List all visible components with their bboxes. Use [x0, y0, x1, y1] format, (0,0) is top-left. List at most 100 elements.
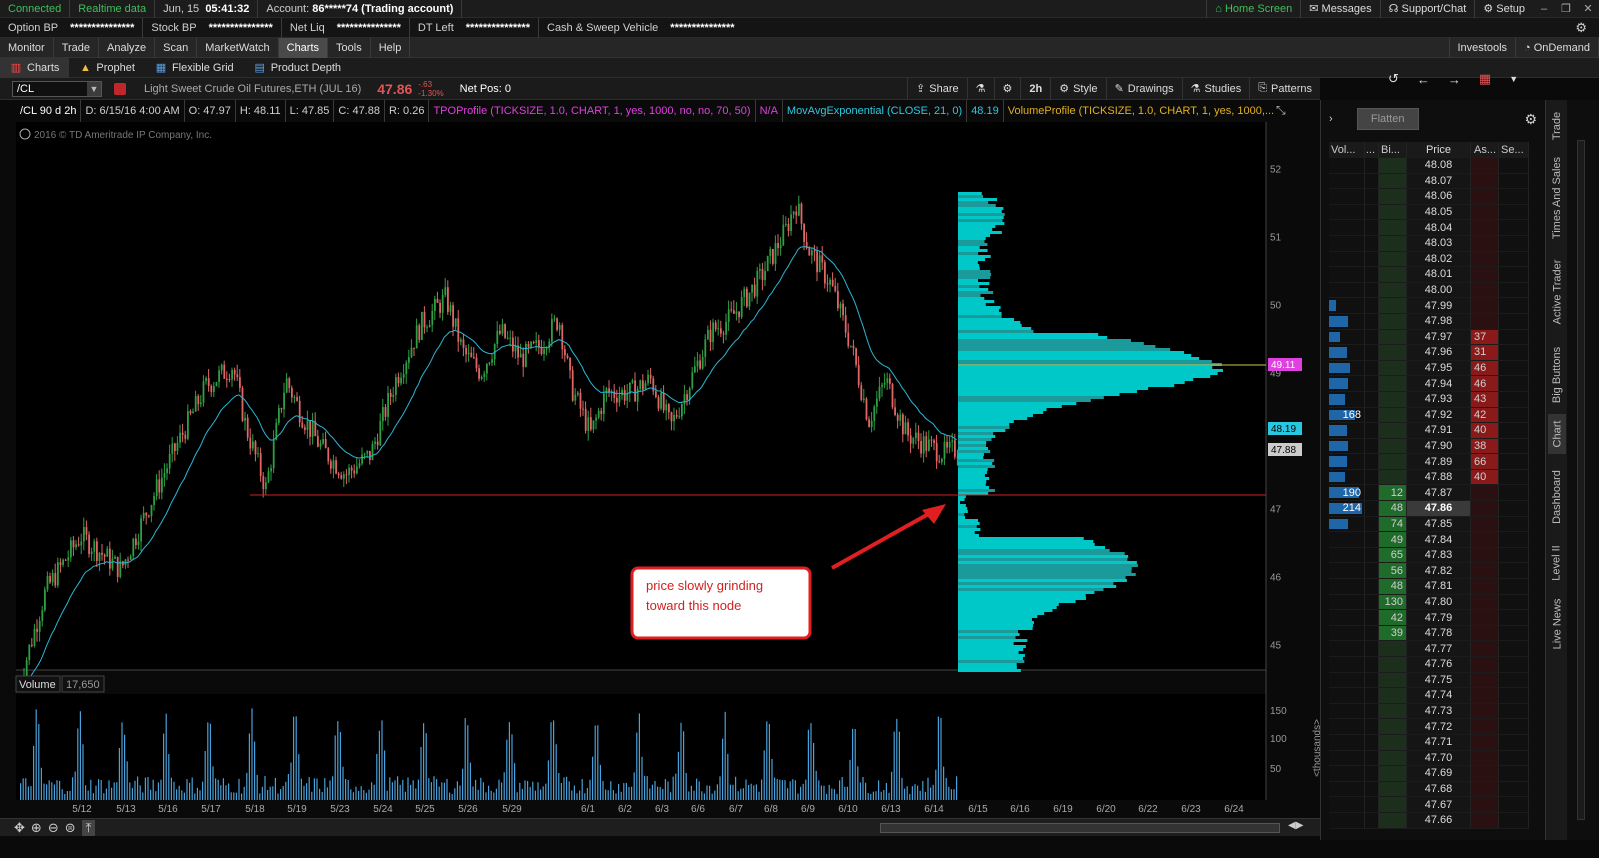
volume-cell[interactable] [1329, 812, 1365, 829]
ladder-row[interactable]: 47.93 43 [1329, 391, 1537, 408]
ask-cell[interactable] [1471, 313, 1499, 330]
volume-cell[interactable] [1329, 672, 1365, 689]
extra-cell[interactable] [1365, 454, 1379, 470]
ladder-row[interactable]: 48.00 [1329, 282, 1537, 299]
volume-cell[interactable] [1329, 391, 1365, 408]
extra-cell[interactable] [1365, 797, 1379, 813]
price-cell[interactable]: 47.69 [1407, 766, 1471, 782]
ladder-row[interactable]: 47.76 [1329, 657, 1537, 673]
zoom-out-icon[interactable]: ⊖ [48, 820, 59, 836]
extra-cell[interactable] [1365, 298, 1379, 314]
bid-cell[interactable] [1379, 469, 1407, 486]
price-cell[interactable]: 47.99 [1407, 298, 1471, 314]
extra-cell[interactable] [1365, 360, 1379, 377]
price-cell[interactable]: 47.73 [1407, 703, 1471, 720]
sell-cell[interactable] [1499, 282, 1529, 299]
bid-cell[interactable] [1379, 391, 1407, 408]
ladder-row[interactable]: 48.06 [1329, 189, 1537, 205]
bid-cell[interactable] [1379, 454, 1407, 470]
volume-cell[interactable] [1329, 657, 1365, 673]
extra-cell[interactable] [1365, 235, 1379, 252]
ladder-row[interactable]: 48 47.81 [1329, 579, 1537, 595]
ask-cell[interactable] [1471, 812, 1499, 829]
bid-cell[interactable] [1379, 298, 1407, 314]
ladder-row[interactable]: 47.95 46 [1329, 360, 1537, 377]
ladder-row[interactable]: 47.69 [1329, 766, 1537, 782]
volume-cell[interactable] [1329, 641, 1365, 657]
ask-cell[interactable]: 46 [1471, 376, 1499, 392]
share-button[interactable]: ⇪ Share [907, 77, 967, 100]
pan-icon[interactable]: ✥ [14, 820, 25, 836]
volume-cell[interactable] [1329, 579, 1365, 595]
sidetab-dashboard[interactable]: Dashboard [1548, 462, 1566, 532]
price-cell[interactable]: 48.06 [1407, 189, 1471, 205]
ask-cell[interactable] [1471, 672, 1499, 689]
messages-button[interactable]: ✉ Messages [1300, 0, 1379, 18]
price-cell[interactable]: 47.89 [1407, 454, 1471, 470]
study-volume-profile[interactable]: VolumeProfile (TICKSIZE, 1.0, CHART, 1, … [1004, 100, 1278, 122]
price-cell[interactable]: 47.81 [1407, 579, 1471, 595]
extra-cell[interactable] [1365, 657, 1379, 673]
bid-cell[interactable] [1379, 766, 1407, 782]
bid-cell[interactable] [1379, 360, 1407, 377]
sell-cell[interactable] [1499, 235, 1529, 252]
tab-analyze[interactable]: Analyze [99, 37, 156, 58]
sell-cell[interactable] [1499, 204, 1529, 221]
sell-cell[interactable] [1499, 563, 1529, 580]
extra-cell[interactable] [1365, 625, 1379, 642]
bid-cell[interactable] [1379, 345, 1407, 361]
tab-charts[interactable]: Charts [278, 37, 329, 58]
price-cell[interactable]: 48.08 [1407, 158, 1471, 174]
ask-cell[interactable] [1471, 251, 1499, 268]
arrow-right-icon[interactable]: → [1448, 72, 1461, 87]
ladder-row[interactable]: 47.66 [1329, 812, 1537, 829]
ladder-row[interactable]: 47.89 66 [1329, 454, 1537, 470]
bid-cell[interactable] [1379, 204, 1407, 221]
sell-cell[interactable] [1499, 501, 1529, 517]
extra-cell[interactable] [1365, 282, 1379, 299]
zoom-in-icon[interactable]: ⊕ [31, 820, 42, 836]
subtab-charts[interactable]: ▥ Charts [0, 57, 70, 78]
sidetab-trade[interactable]: Trade [1548, 106, 1566, 146]
sell-cell[interactable] [1499, 781, 1529, 798]
ask-cell[interactable] [1471, 610, 1499, 626]
timeframe-button[interactable]: 2h [1020, 77, 1050, 100]
bid-cell[interactable] [1379, 313, 1407, 330]
price-cell[interactable]: 47.91 [1407, 423, 1471, 439]
price-cell[interactable]: 47.66 [1407, 812, 1471, 829]
ask-cell[interactable] [1471, 516, 1499, 533]
extra-cell[interactable] [1365, 750, 1379, 767]
ask-cell[interactable] [1471, 766, 1499, 782]
bid-cell[interactable] [1379, 781, 1407, 798]
extra-cell[interactable] [1365, 610, 1379, 626]
volume-cell[interactable] [1329, 345, 1365, 361]
investools-link[interactable]: Investools [1448, 37, 1517, 58]
ladder-row[interactable]: 48.05 [1329, 204, 1537, 221]
bid-cell[interactable] [1379, 407, 1407, 424]
sell-cell[interactable] [1499, 812, 1529, 829]
ask-cell[interactable]: 66 [1471, 454, 1499, 470]
extra-cell[interactable] [1365, 547, 1379, 564]
price-cell[interactable]: 48.03 [1407, 235, 1471, 252]
bid-cell[interactable] [1379, 719, 1407, 735]
col-volume[interactable]: Vol... [1329, 142, 1365, 158]
extra-cell[interactable] [1365, 719, 1379, 735]
col-bid[interactable]: Bi... [1379, 142, 1407, 158]
ask-cell[interactable] [1471, 703, 1499, 720]
setup-button[interactable]: ⚙ Setup [1474, 0, 1533, 18]
ladder-row[interactable]: 47.88 40 [1329, 469, 1537, 486]
ask-cell[interactable]: 40 [1471, 469, 1499, 486]
extra-cell[interactable] [1365, 376, 1379, 392]
volume-cell[interactable] [1329, 329, 1365, 346]
ask-cell[interactable] [1471, 158, 1499, 174]
ladder-row[interactable]: 47.96 31 [1329, 345, 1537, 361]
extra-cell[interactable] [1365, 345, 1379, 361]
volume-cell[interactable]: 168 [1329, 407, 1365, 424]
sell-cell[interactable] [1499, 641, 1529, 657]
extra-cell[interactable] [1365, 204, 1379, 221]
bid-cell[interactable]: 42 [1379, 610, 1407, 626]
study-tpo[interactable]: TPOProfile (TICKSIZE, 1.0, CHART, 1, yes… [429, 100, 756, 122]
sell-cell[interactable] [1499, 267, 1529, 283]
drawings-button[interactable]: ✎ Drawings [1105, 77, 1182, 100]
sell-cell[interactable] [1499, 719, 1529, 735]
